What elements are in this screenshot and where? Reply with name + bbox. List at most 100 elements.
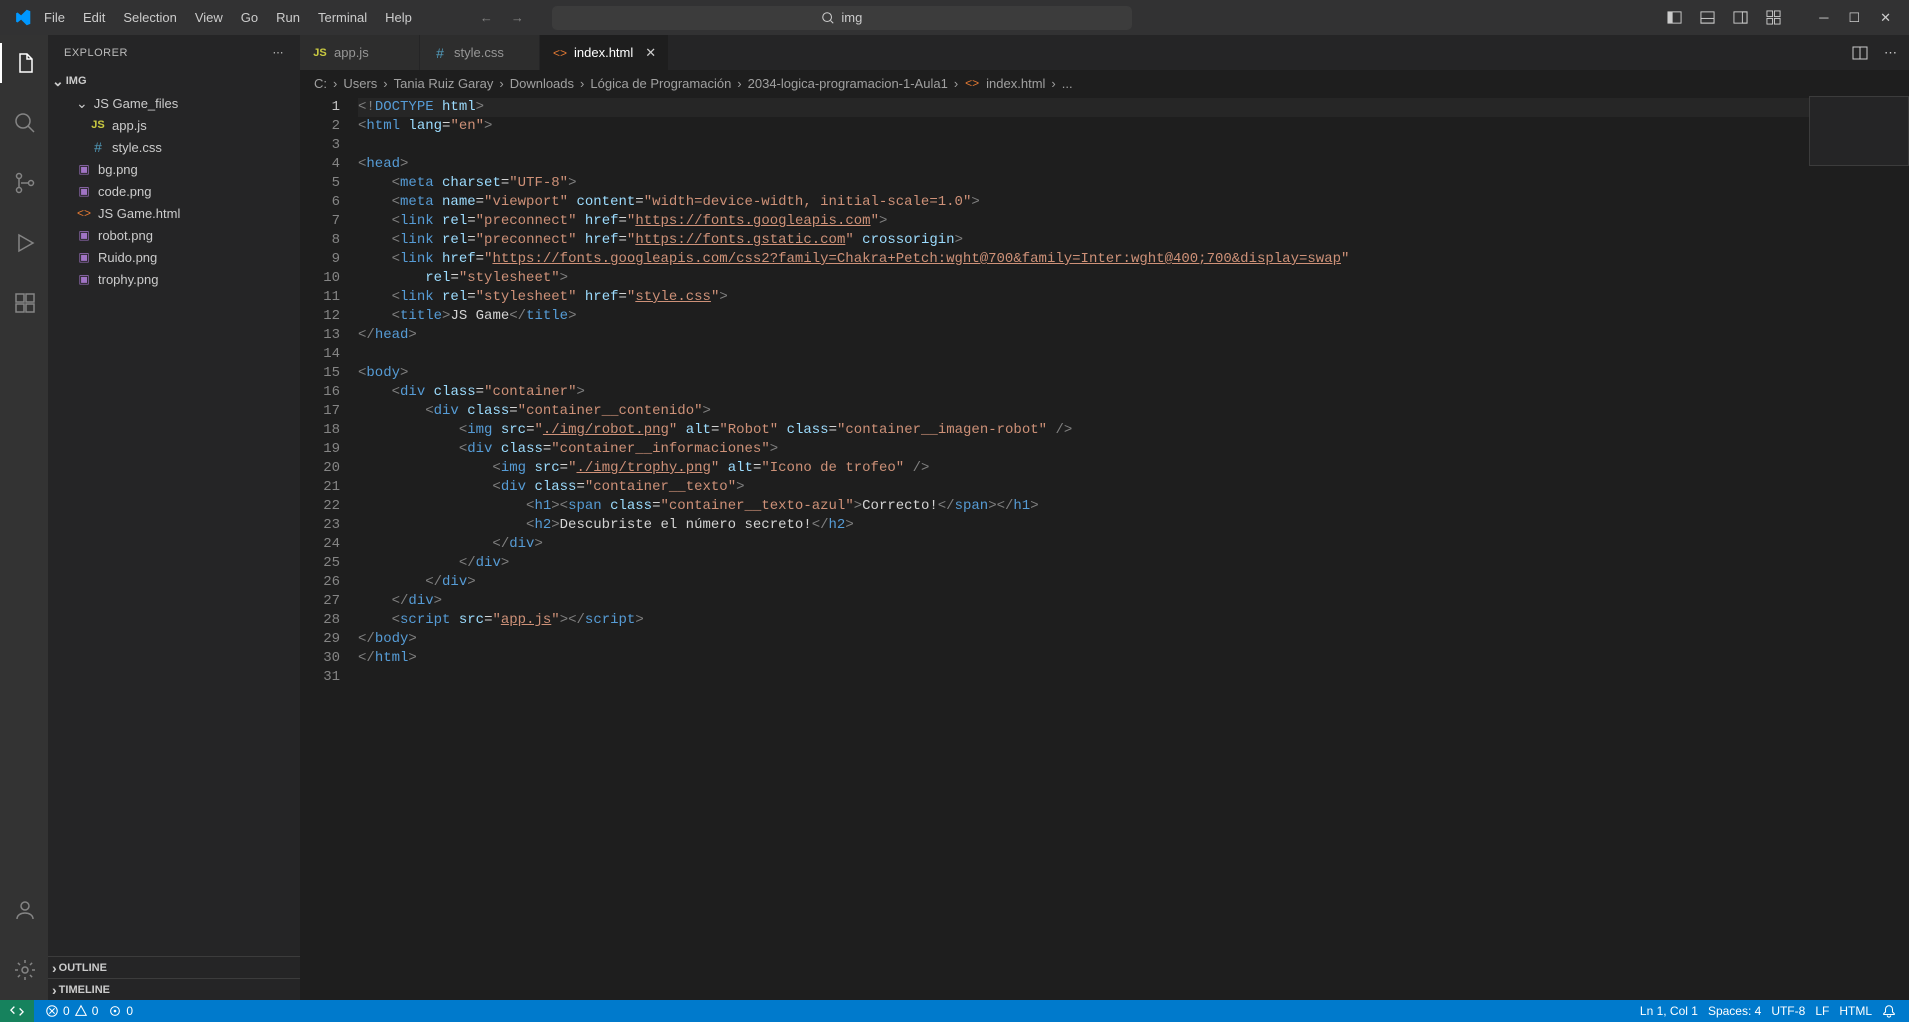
file-robot-png[interactable]: ▣ robot.png — [48, 224, 300, 246]
editor-area: JS app.js # style.css <> index.html ✕ ⋯ … — [300, 35, 1909, 1000]
crumb[interactable]: C: — [314, 76, 327, 91]
activity-run-debug-icon[interactable] — [0, 223, 48, 263]
tab-label: style.css — [454, 45, 504, 60]
section-timeline[interactable]: › TIMELINE — [48, 978, 300, 1000]
remote-indicator[interactable] — [0, 1000, 34, 1022]
chevron-down-icon: ⌄ — [52, 73, 64, 90]
activity-source-control-icon[interactable] — [0, 163, 48, 203]
file-code-png[interactable]: ▣ code.png — [48, 180, 300, 202]
status-encoding[interactable]: UTF-8 — [1766, 1004, 1810, 1018]
maximize-icon[interactable]: ☐ — [1848, 10, 1860, 26]
file-label: JS Game.html — [98, 206, 180, 221]
titlebar: File Edit Selection View Go Run Terminal… — [0, 0, 1909, 35]
menu-go[interactable]: Go — [233, 4, 266, 31]
crumb[interactable]: Lógica de Programación — [590, 76, 731, 91]
errors-count: 0 — [63, 1004, 70, 1018]
line-numbers: 1234567891011121314151617181920212223242… — [300, 96, 358, 1000]
menu-view[interactable]: View — [187, 4, 231, 31]
activity-explorer-icon[interactable] — [0, 43, 48, 83]
file-style-css[interactable]: # style.css — [48, 136, 300, 158]
tab-label: app.js — [334, 45, 369, 60]
status-indentation[interactable]: Spaces: 4 — [1703, 1004, 1766, 1018]
folder-root-label: IMG — [66, 75, 87, 87]
tab-style-css[interactable]: # style.css — [420, 35, 540, 70]
layout-left-icon[interactable] — [1667, 10, 1682, 26]
layout-customize-icon[interactable] — [1766, 10, 1781, 26]
css-file-icon: # — [432, 45, 448, 61]
folder-root[interactable]: ⌄ IMG — [48, 70, 300, 92]
nav-forward-icon[interactable]: → — [511, 10, 524, 25]
status-bar: 0 0 0 Ln 1, Col 1 Spaces: 4 UTF-8 LF HTM… — [0, 1000, 1909, 1022]
status-language[interactable]: HTML — [1834, 1004, 1877, 1018]
activity-accounts-icon[interactable] — [0, 890, 48, 930]
minimize-icon[interactable]: ─ — [1819, 10, 1828, 26]
status-notifications-icon[interactable] — [1877, 1004, 1901, 1018]
tab-app-js[interactable]: JS app.js — [300, 35, 420, 70]
file-label: Ruido.png — [98, 250, 157, 265]
ports-count: 0 — [126, 1004, 133, 1018]
close-icon[interactable]: ✕ — [1880, 10, 1891, 26]
chevron-right-icon: › — [52, 982, 57, 998]
crumb[interactable]: Tania Ruiz Garay — [394, 76, 494, 91]
image-file-icon: ▣ — [76, 272, 92, 286]
folder-js-game-files[interactable]: ⌄ JS Game_files — [48, 92, 300, 114]
menu-terminal[interactable]: Terminal — [310, 4, 375, 31]
section-outline[interactable]: › OUTLINE — [48, 956, 300, 978]
status-ports[interactable]: 0 — [103, 1004, 138, 1018]
search-icon — [821, 11, 835, 25]
activity-extensions-icon[interactable] — [0, 283, 48, 323]
layout-bottom-icon[interactable] — [1700, 10, 1715, 26]
layout-right-icon[interactable] — [1733, 10, 1748, 26]
menu-bar: File Edit Selection View Go Run Terminal… — [36, 4, 420, 31]
menu-selection[interactable]: Selection — [115, 4, 184, 31]
chevron-down-icon: ⌄ — [76, 95, 88, 112]
image-file-icon: ▣ — [76, 250, 92, 264]
minimap[interactable] — [1809, 96, 1909, 166]
file-label: app.js — [112, 118, 147, 133]
html-file-icon: <> — [76, 206, 92, 220]
file-label: trophy.png — [98, 272, 158, 287]
sidebar-title: EXPLORER — [64, 47, 128, 59]
menu-help[interactable]: Help — [377, 4, 420, 31]
tab-index-html[interactable]: <> index.html ✕ — [540, 35, 669, 70]
activity-search-icon[interactable] — [0, 103, 48, 143]
menu-edit[interactable]: Edit — [75, 4, 113, 31]
code-content[interactable]: <!DOCTYPE html><html lang="en"> <head> <… — [358, 96, 1909, 1000]
breadcrumb[interactable]: C:› Users› Tania Ruiz Garay› Downloads› … — [300, 70, 1909, 96]
html-file-icon: <> — [964, 76, 980, 90]
file-label: style.css — [112, 140, 162, 155]
file-js-game-html[interactable]: <> JS Game.html — [48, 202, 300, 224]
crumb[interactable]: index.html — [986, 76, 1045, 91]
file-label: code.png — [98, 184, 152, 199]
file-trophy-png[interactable]: ▣ trophy.png — [48, 268, 300, 290]
activity-settings-icon[interactable] — [0, 950, 48, 990]
status-cursor-position[interactable]: Ln 1, Col 1 — [1635, 1004, 1703, 1018]
sidebar-more-icon[interactable]: ⋯ — [273, 46, 285, 59]
status-eol[interactable]: LF — [1810, 1004, 1834, 1018]
crumb[interactable]: 2034-logica-programacion-1-Aula1 — [748, 76, 948, 91]
tab-close-icon[interactable]: ✕ — [645, 45, 656, 61]
more-actions-icon[interactable]: ⋯ — [1884, 45, 1897, 61]
command-center[interactable]: img — [552, 6, 1132, 30]
tab-label: index.html — [574, 45, 633, 60]
vscode-logo-icon — [8, 9, 36, 26]
css-file-icon: # — [90, 139, 106, 155]
file-app-js[interactable]: JS app.js — [48, 114, 300, 136]
menu-file[interactable]: File — [36, 4, 73, 31]
crumb[interactable]: ... — [1062, 76, 1073, 91]
tab-bar: JS app.js # style.css <> index.html ✕ ⋯ — [300, 35, 1909, 70]
warnings-count: 0 — [92, 1004, 99, 1018]
split-editor-icon[interactable] — [1852, 45, 1868, 61]
image-file-icon: ▣ — [76, 162, 92, 176]
section-label: OUTLINE — [59, 962, 107, 974]
menu-run[interactable]: Run — [268, 4, 308, 31]
file-ruido-png[interactable]: ▣ Ruido.png — [48, 246, 300, 268]
crumb[interactable]: Users — [343, 76, 377, 91]
file-bg-png[interactable]: ▣ bg.png — [48, 158, 300, 180]
nav-back-icon[interactable]: ← — [480, 10, 493, 25]
search-text: img — [841, 10, 862, 25]
status-problems[interactable]: 0 0 — [40, 1004, 103, 1018]
folder-label: JS Game_files — [94, 96, 179, 111]
crumb[interactable]: Downloads — [510, 76, 574, 91]
editor[interactable]: 1234567891011121314151617181920212223242… — [300, 96, 1909, 1000]
